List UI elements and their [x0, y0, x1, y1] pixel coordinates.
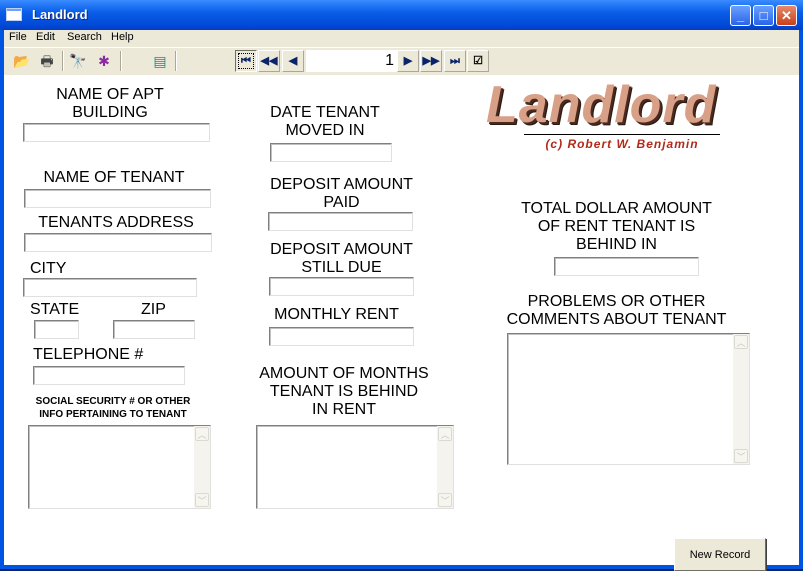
telephone-label: TELEPHONE #: [33, 346, 144, 363]
next-page-button[interactable]: ▶▶: [420, 50, 442, 72]
calculator-icon[interactable]: ▤: [150, 52, 170, 70]
months-behind-memo[interactable]: ︿ ﹀: [256, 425, 454, 509]
open-folder-icon[interactable]: 📂: [12, 52, 32, 70]
ssn-info-memo[interactable]: ︿ ﹀: [28, 425, 211, 509]
city-label: CITY: [30, 260, 67, 277]
deposit-paid-field[interactable]: [268, 212, 413, 231]
scroll-up-icon[interactable]: ︿: [734, 335, 748, 349]
menu-help[interactable]: Help: [111, 31, 134, 43]
scroll-down-icon[interactable]: ﹀: [195, 493, 209, 507]
close-button[interactable]: ✕: [776, 5, 797, 26]
menu-bar: File Edit Search Help: [4, 30, 799, 47]
next-record-button[interactable]: ▶: [397, 50, 419, 72]
apt-building-label: NAME OF APT BUILDING: [56, 86, 164, 121]
first-record-button[interactable]: ⏮: [235, 50, 257, 72]
vertical-scrollbar[interactable]: ︿ ﹀: [194, 426, 210, 508]
toolbar: 📂 🖶 🔭 ✱ ▤ ⏮ ◀◀ ◀ ▶ ▶▶ ⏭ ☑: [4, 47, 799, 76]
zip-field[interactable]: [113, 320, 195, 339]
window-title: Landlord: [32, 7, 88, 22]
comments-label: PROBLEMS OR OTHER COMMENTS ABOUT TENANT: [506, 293, 727, 328]
properties-icon[interactable]: ☑: [467, 50, 489, 72]
printer-icon[interactable]: 🖶: [37, 52, 57, 70]
state-field[interactable]: [34, 320, 79, 339]
app-window: Landlord _ □ ✕ File Edit Search Help 📂 🖶…: [0, 0, 803, 571]
scroll-up-icon[interactable]: ︿: [195, 427, 209, 441]
state-label: STATE: [30, 301, 80, 318]
deposit-due-label: DEPOSIT AMOUNT STILL DUE: [270, 241, 413, 276]
comments-memo[interactable]: ︿ ﹀: [507, 333, 750, 465]
zip-label: ZIP: [141, 301, 166, 318]
city-field[interactable]: [23, 278, 197, 297]
date-moved-in-field[interactable]: [270, 143, 392, 162]
total-behind-field[interactable]: [554, 257, 699, 276]
apt-building-field[interactable]: [23, 123, 210, 142]
scroll-down-icon[interactable]: ﹀: [734, 449, 748, 463]
vertical-scrollbar[interactable]: ︿ ﹀: [437, 426, 453, 508]
scroll-up-icon[interactable]: ︿: [438, 427, 452, 441]
logo-title: Landlord: [486, 76, 717, 134]
landlord-logo: Landlord: [486, 76, 766, 134]
telephone-field[interactable]: [33, 366, 185, 385]
scroll-down-icon[interactable]: ﹀: [438, 493, 452, 507]
deposit-paid-label: DEPOSIT AMOUNT PAID: [270, 176, 413, 211]
menu-edit[interactable]: Edit: [36, 31, 55, 43]
title-bar[interactable]: Landlord _ □ ✕: [0, 0, 803, 30]
new-record-button[interactable]: New Record: [674, 538, 766, 571]
tenant-name-field[interactable]: [24, 189, 211, 208]
toolbar-separator: [175, 51, 177, 71]
client-area: File Edit Search Help 📂 🖶 🔭 ✱ ▤ ⏮ ◀◀ ◀ ▶…: [4, 30, 799, 571]
logo-subtitle: (c) Robert W. Benjamin: [545, 137, 699, 151]
toolbar-separator: [120, 51, 122, 71]
menu-file[interactable]: File: [9, 31, 27, 43]
monthly-rent-label: MONTHLY RENT: [274, 306, 399, 323]
deposit-due-field[interactable]: [269, 277, 414, 296]
previous-page-button[interactable]: ◀◀: [258, 50, 280, 72]
binoculars-icon[interactable]: 🔭: [68, 52, 88, 70]
ssn-info-label: SOCIAL SECURITY # OR OTHER INFO PERTAINI…: [35, 396, 191, 420]
menu-search[interactable]: Search: [67, 31, 102, 43]
record-number-input[interactable]: [306, 50, 398, 72]
months-behind-label: AMOUNT OF MONTHS TENANT IS BEHIND IN REN…: [259, 365, 429, 418]
toolbar-separator: [62, 51, 64, 71]
monthly-rent-field[interactable]: [269, 327, 414, 346]
total-behind-label: TOTAL DOLLAR AMOUNT OF RENT TENANT IS BE…: [521, 200, 712, 253]
last-record-button[interactable]: ⏭: [444, 50, 466, 72]
tenant-address-label: TENANTS ADDRESS: [38, 214, 194, 231]
vertical-scrollbar[interactable]: ︿ ﹀: [733, 334, 749, 464]
previous-record-button[interactable]: ◀: [282, 50, 304, 72]
bug-icon[interactable]: ✱: [94, 52, 114, 70]
maximize-button[interactable]: □: [753, 5, 774, 26]
app-window-icon: [6, 8, 22, 21]
date-moved-in-label: DATE TENANT MOVED IN: [270, 104, 380, 139]
tenant-address-field[interactable]: [24, 233, 212, 252]
logo-divider: [524, 134, 720, 135]
tenant-name-label: NAME OF TENANT: [43, 169, 185, 186]
minimize-button[interactable]: _: [730, 5, 751, 26]
